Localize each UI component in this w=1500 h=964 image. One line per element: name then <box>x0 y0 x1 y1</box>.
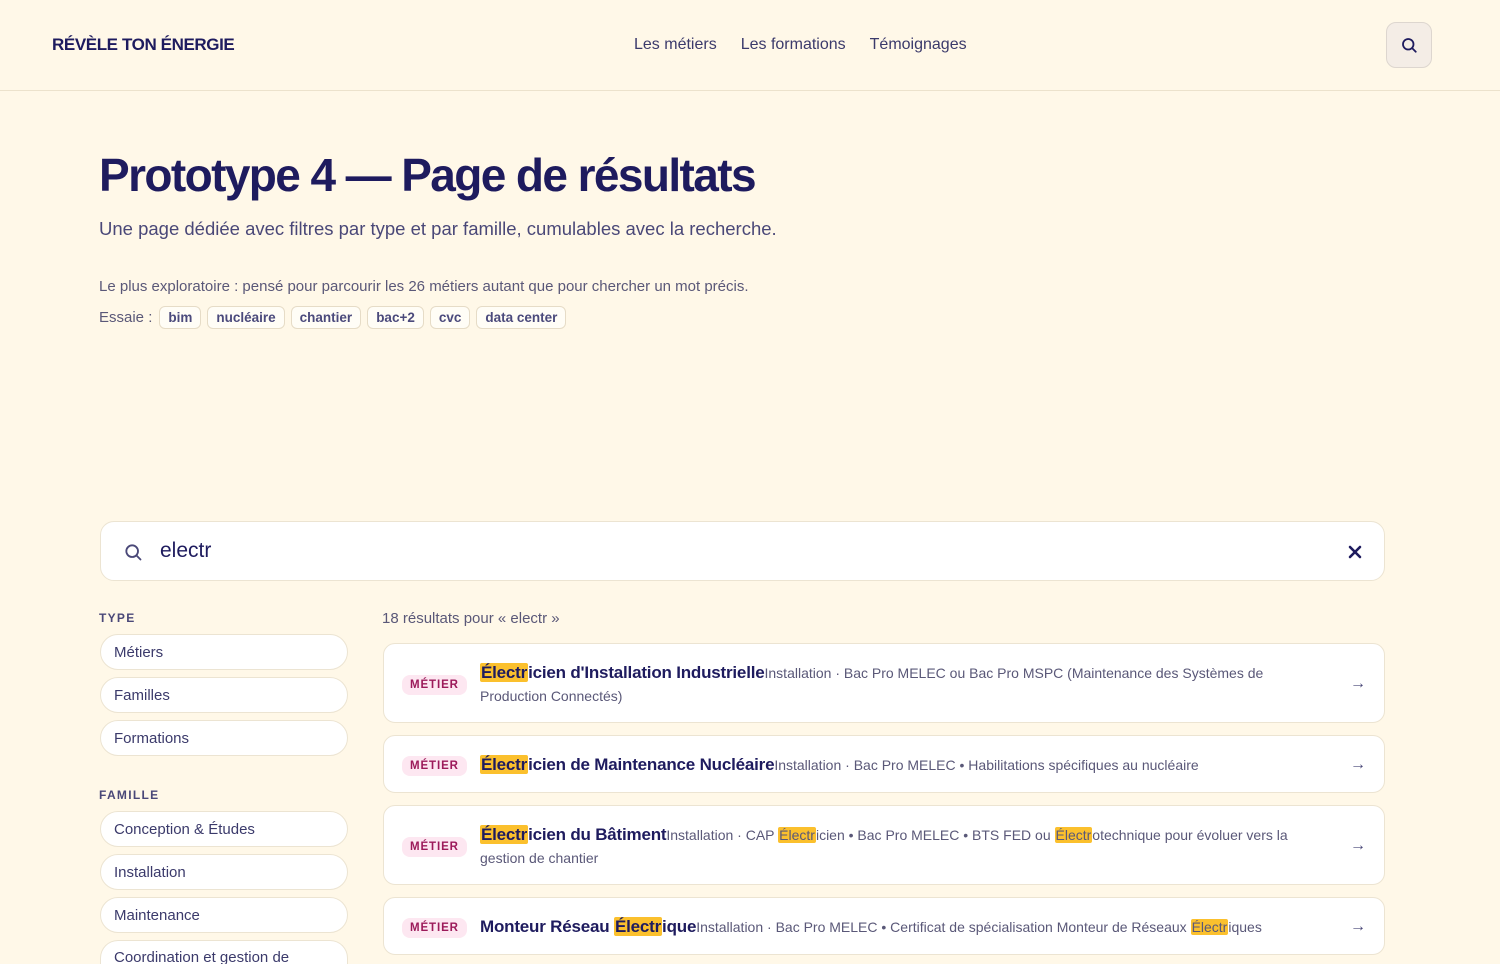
filter-famille-maintenance[interactable]: Maintenance <box>100 897 348 933</box>
result-title-text: ique <box>662 917 697 936</box>
result-card[interactable]: MÉTIER Électricien de Maintenance Nucléa… <box>383 735 1385 793</box>
result-card[interactable]: MÉTIER Électricien d'Installation Indust… <box>383 643 1385 723</box>
result-content: Électricien de Maintenance NucléaireInst… <box>480 753 1330 777</box>
result-type-badge: MÉTIER <box>402 918 467 938</box>
result-content: Monteur Réseau ÉlectriqueInstallation · … <box>480 915 1330 939</box>
result-card[interactable]: MÉTIER Électricien du BâtimentInstallati… <box>383 805 1385 885</box>
result-type-badge: MÉTIER <box>402 837 467 857</box>
match-highlight: Électr <box>778 827 816 843</box>
result-description-part: iques <box>1228 919 1262 935</box>
filter-type-metiers[interactable]: Métiers <box>100 634 348 670</box>
result-title-text: icien d'Installation Industrielle <box>528 663 765 682</box>
filter-famille-conception[interactable]: Conception & Études <box>100 811 348 847</box>
result-title[interactable]: Monteur Réseau Électrique <box>480 917 696 936</box>
result-title-text: icien de Maintenance Nucléaire <box>528 755 775 774</box>
header-search-button[interactable] <box>1386 22 1432 68</box>
arrow-right-icon: → <box>1350 837 1366 854</box>
arrow-right-icon: → <box>1350 918 1366 935</box>
search-bar[interactable]: electr <box>100 521 1385 581</box>
match-highlight: Électr <box>480 755 529 774</box>
result-title[interactable]: Électricien du Bâtiment <box>480 825 667 844</box>
close-icon <box>1348 545 1362 559</box>
result-description-part: Installation · Bac Pro MELEC • Certifica… <box>696 919 1191 935</box>
result-title[interactable]: Électricien d'Installation Industrielle <box>480 663 765 682</box>
result-type-badge: MÉTIER <box>402 675 467 695</box>
result-description: Installation · Bac Pro MELEC • Habilitat… <box>774 757 1199 773</box>
result-description-part: Installation · CAP <box>666 827 779 843</box>
search-icon <box>1402 38 1417 53</box>
filter-section-type-label: TYPE <box>99 611 136 625</box>
result-type-badge: MÉTIER <box>402 756 467 776</box>
suggestion-chip-cvc[interactable]: cvc <box>429 306 471 329</box>
suggestions-label: Essaie : <box>99 309 153 326</box>
suggestion-chip-bac2[interactable]: bac+2 <box>367 306 424 329</box>
page-title: Prototype 4 — Page de résultats <box>99 149 757 201</box>
match-highlight: Électr <box>613 917 663 936</box>
suggestion-chip-chantier[interactable]: chantier <box>290 306 362 329</box>
result-content: Électricien du BâtimentInstallation · CA… <box>480 823 1330 870</box>
match-highlight: Électr <box>1054 827 1093 843</box>
suggestion-chip-nucleaire[interactable]: nucléaire <box>207 306 285 329</box>
nav-link-temoignages[interactable]: Témoignages <box>870 36 967 54</box>
filter-type-formations[interactable]: Formations <box>100 720 348 756</box>
filter-famille-installation[interactable]: Installation <box>100 854 348 890</box>
page-subtitle: Une page dédiée avec filtres par type et… <box>99 218 777 239</box>
main-nav: Les métiers Les formations Témoignages <box>634 36 967 54</box>
match-highlight: Électr <box>480 663 529 682</box>
search-input[interactable]: electr <box>160 539 211 563</box>
results-count: 18 résultats pour « electr » <box>382 610 560 627</box>
result-content: Électricien d'Installation IndustrielleI… <box>480 661 1330 708</box>
match-highlight: Électr <box>1190 919 1229 935</box>
clear-search-button[interactable] <box>1344 541 1366 563</box>
result-title[interactable]: Électricien de Maintenance Nucléaire <box>480 755 775 774</box>
nav-link-formations[interactable]: Les formations <box>741 36 846 54</box>
result-description-part: icien • Bac Pro MELEC • BTS FED ou <box>815 827 1055 843</box>
result-card[interactable]: MÉTIER Monteur Réseau ÉlectriqueInstalla… <box>383 897 1385 955</box>
site-logo[interactable]: RÉVÈLE TON ÉNERGIE <box>52 35 235 55</box>
page-note: Le plus exploratoire : pensé pour parcou… <box>99 278 749 295</box>
result-title-text: icien du Bâtiment <box>528 825 667 844</box>
arrow-right-icon: → <box>1350 756 1366 773</box>
search-icon <box>125 544 142 561</box>
nav-link-metiers[interactable]: Les métiers <box>634 36 717 54</box>
site-header: RÉVÈLE TON ÉNERGIE Les métiers Les forma… <box>0 0 1500 91</box>
match-highlight: Électr <box>480 825 529 844</box>
filter-famille-coordination[interactable]: Coordination et gestion de <box>100 940 348 964</box>
filter-type-familles[interactable]: Familles <box>100 677 348 713</box>
arrow-right-icon: → <box>1350 675 1366 692</box>
result-title-text: Monteur Réseau <box>480 917 614 936</box>
suggestion-chip-data-center[interactable]: data center <box>476 306 567 329</box>
filter-section-famille-label: FAMILLE <box>99 788 160 802</box>
suggestion-chip-bim[interactable]: bim <box>159 306 202 329</box>
suggestions-row: Essaie : bim nucléaire chantier bac+2 cv… <box>99 306 567 329</box>
